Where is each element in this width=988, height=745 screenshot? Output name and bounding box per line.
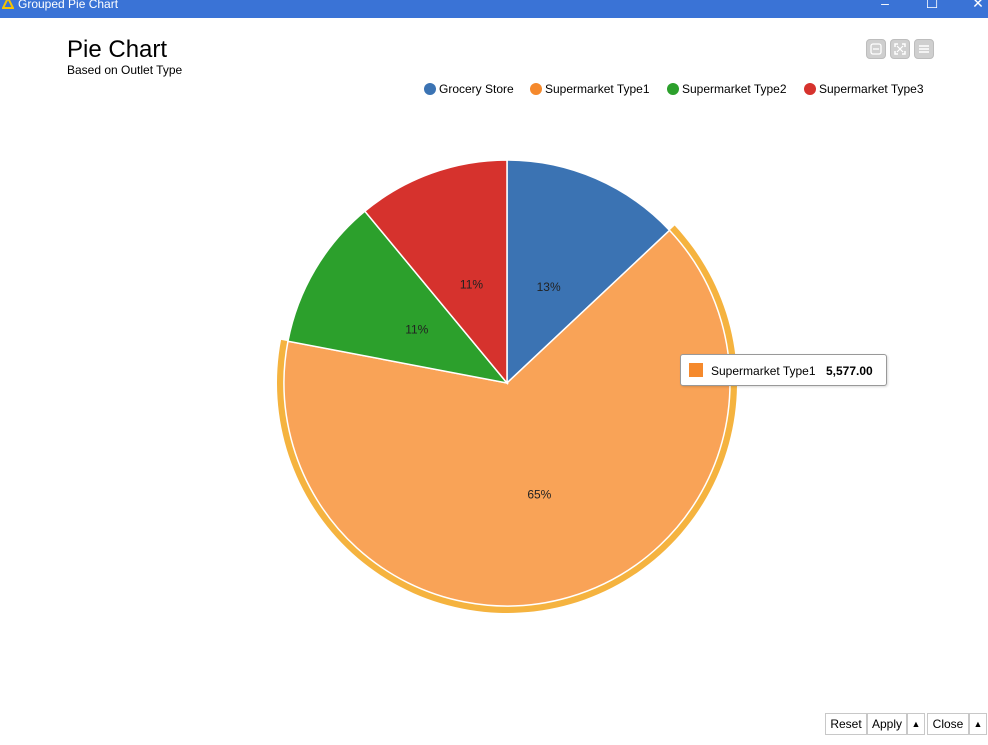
app-window: Grouped Pie Chart – ☐ ✕ Pie Chart Based … [0, 0, 988, 745]
tooltip-swatch [689, 363, 703, 377]
slice-label-supermarket-type3: 11% [460, 277, 483, 291]
apply-button[interactable]: Apply [867, 713, 907, 735]
reset-button[interactable]: Reset [825, 713, 867, 735]
tooltip-label: Supermarket Type1 [711, 364, 816, 378]
slice-label-grocery-store: 13% [537, 280, 561, 294]
tooltip-value: 5,577.00 [826, 364, 873, 378]
chart-tooltip: Supermarket Type1 5,577.00 [680, 354, 887, 386]
close-button[interactable]: Close [927, 713, 969, 735]
close-options-button[interactable]: ▲ [969, 713, 987, 735]
apply-options-button[interactable]: ▲ [907, 713, 925, 735]
slice-label-supermarket-type2: 11% [405, 323, 428, 337]
slice-label-supermarket-type1: 65% [527, 487, 551, 501]
